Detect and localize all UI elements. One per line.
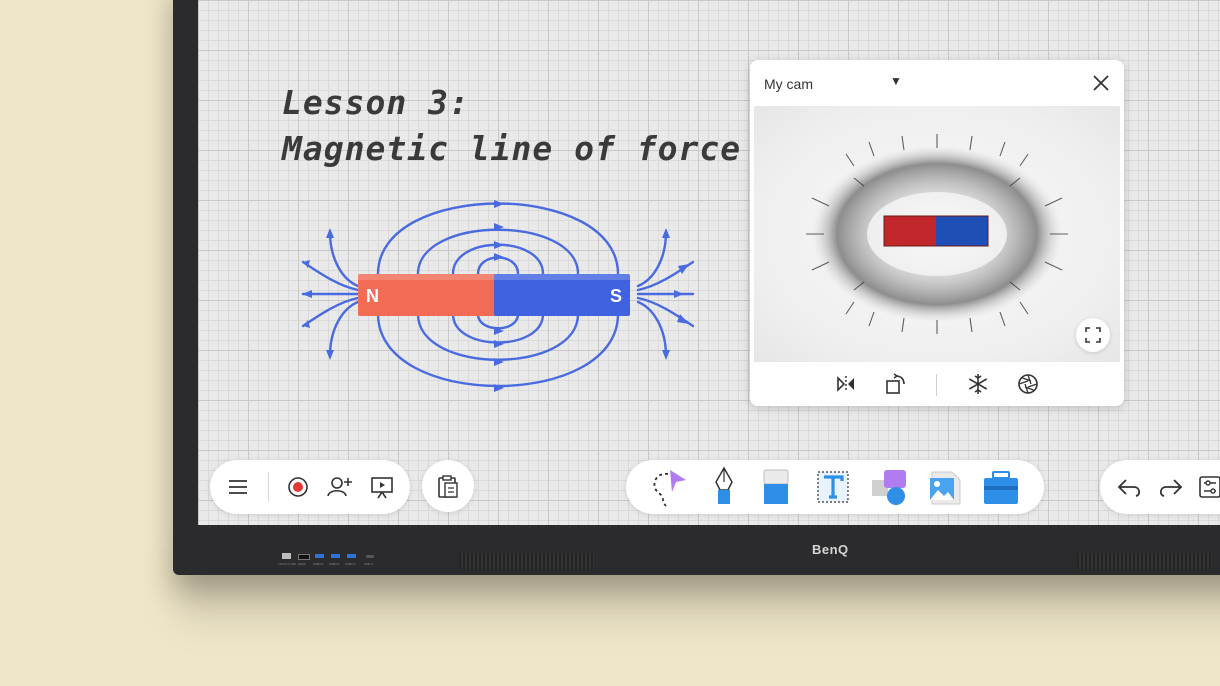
shapes-icon[interactable]: [868, 466, 910, 508]
lesson-title: Lesson 3: Magnetic line of force: [282, 80, 741, 172]
port-label: TOUCH USB: [278, 562, 296, 566]
close-icon[interactable]: [1090, 72, 1112, 94]
menu-icon[interactable]: [224, 473, 252, 501]
speaker-grille-left: [459, 553, 594, 569]
iron-filings-image: [806, 134, 1068, 334]
chevron-down-icon[interactable]: ▼: [890, 74, 902, 88]
brand-logo: BenQ: [812, 542, 849, 557]
camera-toolbar: [750, 362, 1124, 406]
toolbox-icon[interactable]: [980, 466, 1022, 508]
port-label: USB-C: [364, 562, 374, 566]
eraser-icon[interactable]: [760, 466, 792, 508]
speaker-grille-right: [1077, 553, 1212, 569]
camera-panel[interactable]: My cam ▼: [750, 60, 1124, 406]
undo-icon[interactable]: [1116, 473, 1144, 501]
lesson-title-line2: Magnetic line of force: [282, 129, 742, 168]
camera-panel-header: My cam ▼: [750, 60, 1124, 106]
toolbar-divider: [936, 374, 937, 396]
record-icon[interactable]: [284, 473, 312, 501]
port-label: HDMI: [298, 562, 306, 566]
rotate-icon[interactable]: [884, 372, 908, 396]
settings-icon[interactable]: [1196, 473, 1220, 501]
freeze-icon[interactable]: [966, 372, 990, 396]
pen-icon[interactable]: [708, 466, 740, 508]
image-icon[interactable]: [924, 466, 966, 508]
whiteboard-canvas[interactable]: Lesson 3: Magnetic line of force N S My …: [198, 0, 1220, 525]
toolbar-divider: [268, 472, 269, 502]
magnet-north-label: N: [366, 286, 379, 306]
magnet-south-label: S: [610, 286, 622, 306]
camera-source-label[interactable]: My cam: [764, 76, 813, 92]
clipboard-icon: [438, 475, 458, 498]
magnetic-field-diagram[interactable]: N S: [298, 190, 698, 395]
left-toolbar: [210, 460, 410, 514]
redo-icon[interactable]: [1156, 473, 1184, 501]
port-label: USB3.0: [313, 562, 324, 566]
port-label: USB3.0: [329, 562, 340, 566]
port-label: USB2.0: [345, 562, 356, 566]
present-icon[interactable]: [368, 473, 396, 501]
clipboard-button[interactable]: [422, 460, 474, 512]
lasso-select-icon[interactable]: [648, 466, 690, 508]
camera-feed: [754, 106, 1120, 362]
right-toolbar: [1100, 460, 1220, 514]
text-icon[interactable]: [812, 466, 854, 508]
shutter-icon[interactable]: [1016, 372, 1040, 396]
add-user-icon[interactable]: [326, 473, 354, 501]
center-toolbar: [626, 460, 1044, 514]
mirror-icon[interactable]: [834, 372, 858, 396]
fullscreen-button[interactable]: [1076, 318, 1110, 352]
lesson-title-line1: Lesson 3:: [282, 83, 470, 122]
fullscreen-icon: [1085, 327, 1101, 343]
